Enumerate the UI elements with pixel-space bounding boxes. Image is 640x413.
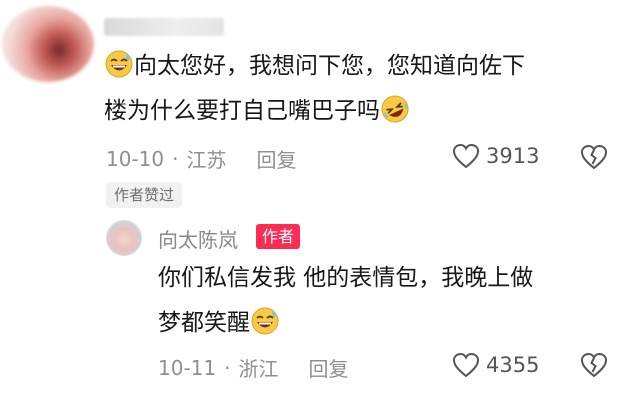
reply-date: 10-11 [158,355,217,380]
comment-location: 江苏 [186,148,227,172]
author-tag-badge: 作者 [256,224,301,249]
heart-icon [452,143,480,169]
reply-button[interactable]: 回复 [256,144,296,173]
reply-text: 你们私信发我 他的表情包，我晚上做 梦都笑醒 [158,256,628,346]
comment-date: 10-10 [106,146,165,171]
heart-icon [452,352,480,378]
like-button[interactable]: 4355 [452,352,539,378]
reply-button[interactable]: 回复 [308,353,348,382]
commenter-name-blurred[interactable] [104,18,224,36]
reply-line-1: 你们私信发我 他的表情包，我晚上做 [158,265,534,291]
author-liked-badge: 作者赞过 [106,182,183,208]
comment-line-2: 楼为什么要打自己嘴巴子吗 [104,98,380,124]
meta-separator: · [172,146,179,171]
dislike-button[interactable] [580,144,608,174]
meta-separator: · [224,355,231,380]
author-avatar[interactable] [106,220,142,256]
rolling-laughing-icon [381,94,409,123]
broken-heart-icon [580,352,608,378]
reply-location: 浙江 [238,357,279,381]
like-count: 3913 [486,144,540,168]
comment-line-1: 向太您好，我想问下您，您知道向佐下 [134,53,525,79]
like-button[interactable]: 3913 [452,143,539,169]
dislike-button[interactable] [580,352,608,382]
commenter-avatar[interactable] [2,6,94,82]
broken-heart-icon [580,144,608,170]
like-count: 4355 [486,353,540,377]
comment-text: 向太您好，我想问下您，您知道向佐下 楼为什么要打自己嘴巴子吗 [104,44,624,134]
reply-meta: 10-11 · 浙江 回复 [158,353,348,382]
laughing-sweat-icon [105,49,133,78]
comment-meta: 10-10 · 江苏 回复 [106,144,296,173]
laughing-sweat-icon [251,306,279,335]
author-name[interactable]: 向太陈岚 [158,224,238,253]
reply-line-2: 梦都笑醒 [158,310,250,336]
